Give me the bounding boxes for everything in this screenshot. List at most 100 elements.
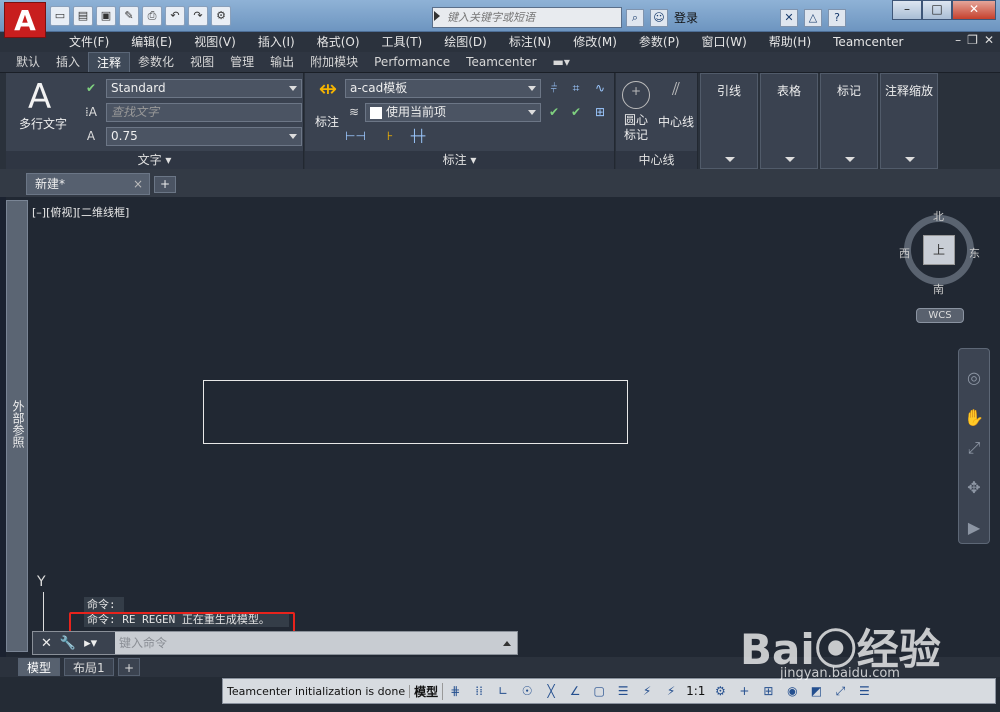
doc-restore-icon[interactable]: ❐ (967, 33, 978, 47)
polar-icon[interactable]: ☉ (517, 682, 537, 700)
tab-default[interactable]: 默认 (8, 52, 48, 72)
menu-edit[interactable]: 编辑(E) (120, 32, 183, 52)
text-height-select[interactable]: 0.75 (106, 127, 302, 146)
command-input[interactable]: 键入命令 (119, 634, 167, 651)
a360-icon[interactable]: △ (804, 8, 823, 27)
redo-icon[interactable]: ↷ (188, 6, 208, 26)
menu-view[interactable]: 视图(V) (183, 32, 247, 52)
menu-insert[interactable]: 插入(I) (247, 32, 306, 52)
rectangle-entity[interactable] (203, 380, 628, 444)
binoculars-icon[interactable]: ⌕ (626, 8, 644, 27)
dim-layer-select[interactable]: 使用当前项 (365, 103, 541, 122)
menu-parametric[interactable]: 参数(P) (628, 32, 691, 52)
compass-west[interactable]: 西 (899, 245, 910, 261)
dim-oblique-icon[interactable]: ⊞ (591, 103, 609, 121)
dim-update-icon[interactable]: ✔ (567, 103, 585, 121)
new-tab-button[interactable]: + (154, 176, 176, 193)
layer-icon[interactable]: ≋ (345, 103, 363, 121)
leader-panel[interactable]: 引线 (700, 73, 758, 169)
showmotion-icon[interactable]: ▶ (963, 517, 985, 539)
dim-linear-icon[interactable]: ⊢⊣ (345, 127, 366, 145)
recent-commands-icon[interactable]: ▸▾ (84, 636, 97, 651)
mtext-button[interactable]: 多行文字 (12, 115, 74, 132)
tab-manage[interactable]: 管理 (222, 52, 262, 72)
annotation-visibility-icon[interactable]: ⚡ (637, 682, 657, 700)
tab-annotate[interactable]: 注释 (88, 52, 131, 72)
menu-window[interactable]: 窗口(W) (691, 32, 758, 52)
grid-icon[interactable]: ⋕ (445, 682, 465, 700)
menu-teamcenter[interactable]: Teamcenter (822, 32, 914, 52)
centerline-icon[interactable]: ⫽ (662, 81, 690, 109)
dim-space-icon[interactable]: ⫩ (545, 79, 563, 97)
print-icon[interactable]: ⎙ (142, 6, 162, 26)
annotation-scale-panel[interactable]: 注释缩放 (880, 73, 938, 169)
tab-layout1[interactable]: 布局1 (64, 658, 114, 676)
restore-button[interactable]: □ (922, 0, 952, 20)
snap-icon[interactable]: ⁞⁞ (469, 682, 489, 700)
minimize-button[interactable]: – (892, 0, 922, 20)
dim-jog-icon[interactable]: ∿ (591, 79, 609, 97)
model-space-button[interactable]: 模型 (410, 682, 444, 700)
viewport-controls-label[interactable]: [–][俯视][二维线框] (32, 204, 129, 220)
undo-icon[interactable]: ↶ (165, 6, 185, 26)
ortho-icon[interactable]: ∟ (493, 682, 513, 700)
viewcube-top-face[interactable]: 上 (923, 235, 955, 265)
isodraft-icon[interactable]: ╳ (541, 682, 561, 700)
abc-style-icon[interactable]: ✔ (82, 79, 100, 97)
mtext-icon[interactable]: A (28, 77, 51, 117)
close-command-line-icon[interactable]: ✕ (41, 636, 52, 651)
login-button[interactable]: 登录 (674, 9, 698, 26)
app-logo[interactable]: A (4, 2, 46, 38)
search-input[interactable]: 键入关键字或短语 (432, 7, 622, 28)
tab-teamcenter[interactable]: Teamcenter (458, 52, 544, 72)
help-icon[interactable]: ? (828, 8, 847, 27)
add-layout-button[interactable]: + (118, 658, 141, 676)
customize-icon[interactable]: 🔧 (60, 636, 76, 651)
compass-east[interactable]: 东 (969, 245, 980, 261)
menu-file[interactable]: 文件(F) (58, 32, 120, 52)
lineweight-icon[interactable]: ☰ (613, 682, 633, 700)
viewcube[interactable]: 上 北 南 东 西 (899, 208, 980, 296)
menu-dimension[interactable]: 标注(N) (498, 32, 562, 52)
dim-break2-icon[interactable]: ⌗ (567, 79, 585, 97)
save-as-icon[interactable]: ✎ (119, 6, 139, 26)
dim-inspect-icon[interactable]: ✔ (545, 103, 563, 121)
menu-tools[interactable]: 工具(T) (371, 32, 434, 52)
markup-panel[interactable]: 标记 (820, 73, 878, 169)
dimension-button[interactable]: 标注 (309, 113, 345, 130)
new-file-icon[interactable]: ▭ (50, 6, 70, 26)
tab-insert[interactable]: 插入 (48, 52, 88, 72)
menu-format[interactable]: 格式(O) (306, 32, 371, 52)
dim-continue-icon[interactable]: ┼┼ (409, 127, 427, 145)
table-panel[interactable]: 表格 (760, 73, 818, 169)
tab-performance[interactable]: Performance (366, 52, 458, 72)
open-file-icon[interactable]: ▤ (73, 6, 93, 26)
compass-south[interactable]: 南 (933, 281, 944, 297)
annotation-scale-value[interactable]: 1:1 (683, 684, 708, 698)
dim-style-select[interactable]: a-cad模板 (345, 79, 541, 98)
user-icon[interactable]: ☺ (650, 8, 668, 27)
menu-help[interactable]: 帮助(H) (758, 32, 822, 52)
auto-scale-icon[interactable]: ⚡ (661, 682, 681, 700)
dim-break-icon[interactable]: ⊦ (381, 127, 399, 145)
tab-model[interactable]: 模型 (18, 658, 61, 676)
text-style-select[interactable]: Standard (106, 79, 302, 98)
tab-new-drawing[interactable]: 新建* × (26, 173, 150, 195)
ribbon-minimize-icon[interactable]: ▬▾ (545, 52, 578, 72)
doc-minimize-icon[interactable]: – (955, 33, 961, 47)
tab-addins[interactable]: 附加模块 (302, 52, 366, 72)
close-button[interactable]: ✕ (952, 0, 996, 20)
doc-close-icon[interactable]: ✕ (984, 33, 994, 47)
tab-parametric[interactable]: 参数化 (130, 52, 182, 72)
wcs-menu-button[interactable]: WCS (916, 308, 964, 323)
command-history-arrow-icon[interactable] (503, 641, 511, 646)
tab-view[interactable]: 视图 (182, 52, 222, 72)
workspace-icon[interactable]: ⚙ (211, 6, 231, 26)
dimension-panel-title[interactable]: 标注 ▾ (305, 151, 614, 169)
search-arrow-icon[interactable] (434, 11, 440, 21)
tab-output[interactable]: 输出 (262, 52, 302, 72)
save-icon[interactable]: ▣ (96, 6, 116, 26)
menu-modify[interactable]: 修改(M) (562, 32, 628, 52)
close-icon[interactable]: × (133, 174, 143, 194)
compass-north[interactable]: 北 (933, 208, 944, 224)
